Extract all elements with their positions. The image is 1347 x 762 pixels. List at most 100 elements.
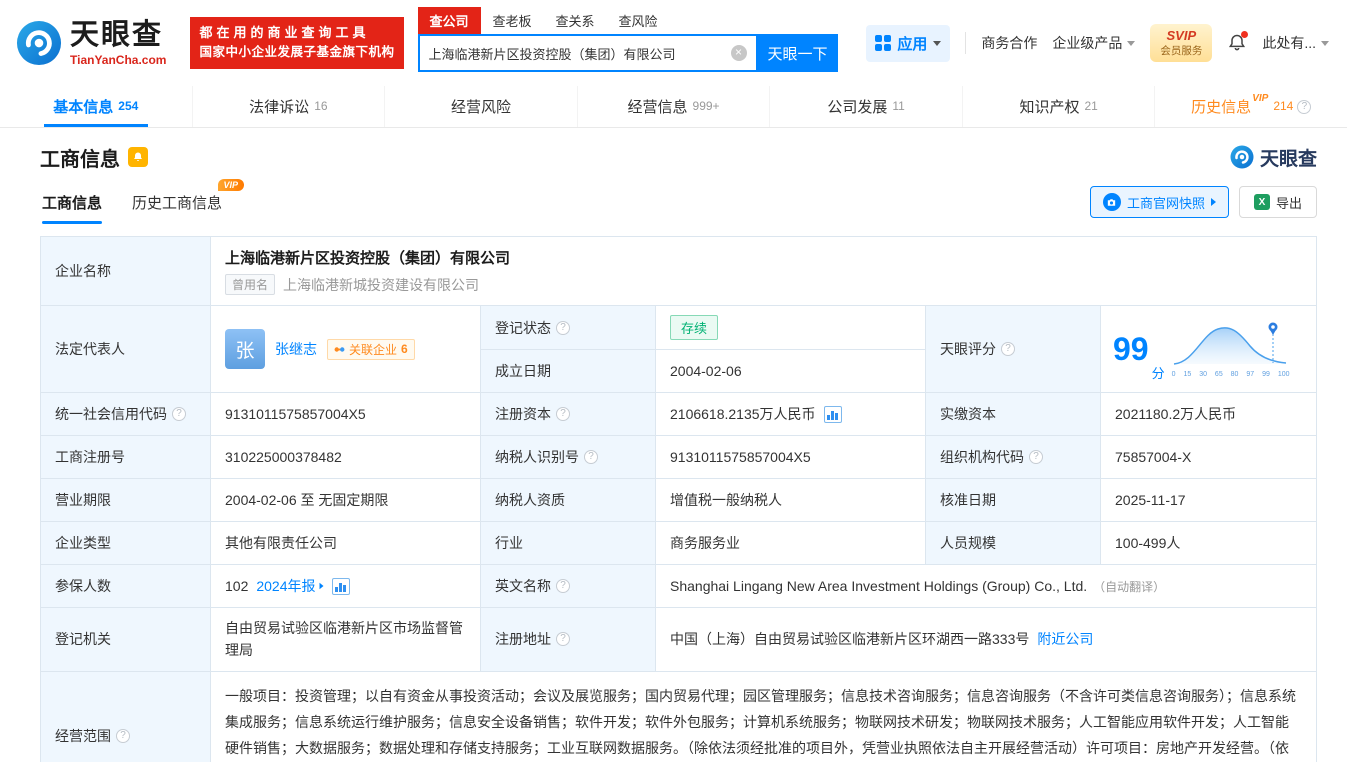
clear-icon[interactable] — [730, 45, 747, 61]
tab-count: 214 — [1273, 98, 1294, 113]
insured-value: 102 — [225, 578, 249, 594]
help-icon[interactable] — [1001, 342, 1015, 356]
table-row-legal-rep: 法定代表人 张 张继志 关联企业 6 登记状态 ? 存续 成立日期 2004-0… — [41, 306, 1316, 393]
export-button[interactable]: 导出 — [1238, 186, 1317, 218]
notification-bell[interactable] — [1227, 31, 1249, 53]
watermark-logo: 天眼查 — [1230, 144, 1317, 171]
svip-membership-badge[interactable]: SVIP 会员服务 — [1150, 24, 1213, 62]
help-icon[interactable] — [556, 407, 570, 421]
chevron-down-icon — [933, 40, 942, 46]
subtab-row: 工商信息 历史工商信息 VIP 工商官网快照 导出 — [40, 179, 1317, 224]
annual-report-link[interactable]: 2024年报 — [256, 576, 324, 596]
tab-operation-info[interactable]: 经营信息 999+ — [576, 86, 770, 127]
search-box: 天眼一下 — [417, 34, 838, 72]
search-area: 查公司 查老板 查关系 查风险 天眼一下 — [417, 7, 838, 72]
search-tab-relation[interactable]: 查关系 — [544, 7, 607, 34]
watermark-text: 天眼查 — [1259, 148, 1317, 170]
tab-history-info[interactable]: 历史信息 VIP 214 — [1154, 86, 1347, 127]
insured-label: 参保人数 — [41, 565, 211, 607]
paid-capital-label: 实缴资本 — [926, 393, 1101, 435]
search-input[interactable] — [428, 45, 731, 61]
org-code-label: 组织机构代码 — [926, 436, 1101, 478]
org-code-value: 75857004-X — [1115, 449, 1192, 465]
help-icon[interactable] — [556, 579, 570, 593]
tab-operation-risk[interactable]: 经营风险 — [384, 86, 577, 127]
divider — [965, 32, 967, 54]
nav-enterprise[interactable]: 企业级产品 — [1052, 33, 1136, 53]
help-icon[interactable] — [1029, 450, 1043, 464]
reg-capital-cell: 2106618.2135万人民币 — [656, 393, 926, 435]
logo-text-en: TianYanCha.com — [70, 52, 167, 67]
authority-value: 自由贸易试验区临港新片区市场监督管理局 — [211, 608, 481, 671]
legal-rep-label: 法定代表人 — [41, 306, 211, 392]
industry-label: 行业 — [481, 522, 656, 564]
nav-enterprise-label: 企业级产品 — [1052, 35, 1123, 51]
table-row-term: 营业期限 2004-02-06 至 无固定期限 纳税人资质 增值税一般纳税人 核… — [41, 479, 1316, 522]
help-icon[interactable] — [172, 407, 186, 421]
subtab-history-business-info[interactable]: 历史工商信息 VIP — [132, 179, 245, 224]
tianyancha-logo[interactable]: 天眼查 TianYanCha.com — [16, 20, 166, 66]
search-tab-risk[interactable]: 查风险 — [607, 7, 670, 34]
company-section-tabs: 基本信息 254 法律诉讼 16 经营风险 经营信息 999+ 公司发展 11 … — [0, 86, 1347, 128]
tab-legal-litigation[interactable]: 法律诉讼 16 — [191, 86, 385, 127]
tab-label: 基本信息 — [53, 99, 114, 116]
company-name-cell: 上海临港新片区投资控股（集团）有限公司 曾用名 上海临港新城投资建设有限公司 — [211, 237, 1316, 305]
nearby-companies-link[interactable]: 附近公司 — [1037, 629, 1093, 649]
reg-capital-value: 2106618.2135万人民币 — [670, 406, 816, 422]
score-value: 99 — [1113, 331, 1149, 367]
score-cell[interactable]: 99 分 0 15 30 65 80 97 99 100 — [1101, 306, 1316, 392]
top-bar: 天眼查 TianYanCha.com 都在用的商业查询工具 国家中小企业发展子基… — [0, 0, 1347, 86]
apps-grid-icon — [875, 35, 892, 51]
subtab-label: 历史工商信息 — [132, 195, 223, 212]
status-badge: 存续 — [670, 315, 719, 340]
staff-value: 100-499人 — [1115, 535, 1181, 551]
legal-rep-name-link[interactable]: 张继志 — [275, 339, 317, 359]
search-input-wrap — [417, 34, 758, 72]
camera-icon — [1102, 193, 1121, 211]
reg-status-cell: 存续 — [656, 306, 926, 349]
company-name-value: 上海临港新片区投资控股（集团）有限公司 — [225, 250, 511, 267]
tab-label: 知识产权 — [1019, 99, 1080, 116]
help-icon[interactable] — [584, 450, 598, 464]
company-type-value: 其他有限责任公司 — [211, 522, 481, 564]
help-icon[interactable] — [556, 632, 570, 647]
vip-badge: VIP — [217, 179, 245, 191]
help-icon[interactable] — [116, 728, 130, 743]
taxpayer-quality-label: 纳税人资质 — [481, 479, 656, 521]
related-label: 关联企业 — [349, 342, 398, 357]
avatar[interactable]: 张 — [225, 329, 265, 369]
reg-capital-label: 注册资本 — [481, 393, 656, 435]
en-name-value: Shanghai Lingang New Area Investment Hol… — [670, 578, 1088, 594]
score-pin-icon — [1268, 322, 1278, 335]
apps-menu[interactable]: 应用 — [866, 24, 951, 62]
en-name-cell: Shanghai Lingang New Area Investment Hol… — [656, 565, 1316, 607]
address-value: 中国（上海）自由贸易试验区临港新片区环湖西一路333号 — [670, 631, 1030, 648]
capital-trend-icon[interactable] — [823, 405, 842, 423]
main-content: 工商信息 天眼查 工商信息 历史工商信息 VIP 工商官网快照 X 导出 企业名… — [0, 128, 1347, 762]
authority-label: 登记机关 — [41, 608, 211, 671]
search-tab-boss[interactable]: 查老板 — [481, 7, 544, 34]
subscribe-bell-icon[interactable] — [128, 147, 148, 167]
status-date-block: 登记状态 存续 成立日期 2004-02-06 — [481, 306, 926, 392]
score-label: 天眼评分 — [926, 306, 1101, 392]
help-icon[interactable] — [556, 320, 570, 335]
user-menu[interactable]: 此处有... — [1262, 33, 1329, 53]
industry-value: 商务服务业 — [656, 522, 926, 564]
related-count: 6 — [401, 342, 408, 356]
tab-intellectual-property[interactable]: 知识产权 21 — [961, 86, 1155, 127]
insured-trend-icon[interactable] — [331, 577, 350, 595]
slogan-line2: 国家中小企业发展子基金旗下机构 — [199, 45, 395, 60]
svip-sublabel: 会员服务 — [1160, 44, 1203, 57]
scope-value: 一般项目：投资管理；以自有资金从事投资活动；会议及展览服务；国内贸易代理；园区管… — [225, 687, 1296, 756]
related-companies-badge[interactable]: 关联企业 6 — [327, 338, 415, 360]
nav-cooperation[interactable]: 商务合作 — [981, 33, 1037, 53]
tab-basic-info[interactable]: 基本信息 254 — [0, 86, 192, 127]
tab-company-development[interactable]: 公司发展 11 — [769, 86, 962, 127]
official-snapshot-button[interactable]: 工商官网快照 — [1089, 186, 1229, 218]
help-icon[interactable] — [1297, 99, 1312, 114]
search-button[interactable]: 天眼一下 — [757, 34, 838, 72]
former-name-value: 上海临港新城投资建设有限公司 — [283, 276, 480, 293]
subtab-business-info[interactable]: 工商信息 — [42, 192, 103, 224]
search-tab-company[interactable]: 查公司 — [417, 7, 481, 34]
logo-text-cn: 天眼查 — [70, 18, 164, 51]
